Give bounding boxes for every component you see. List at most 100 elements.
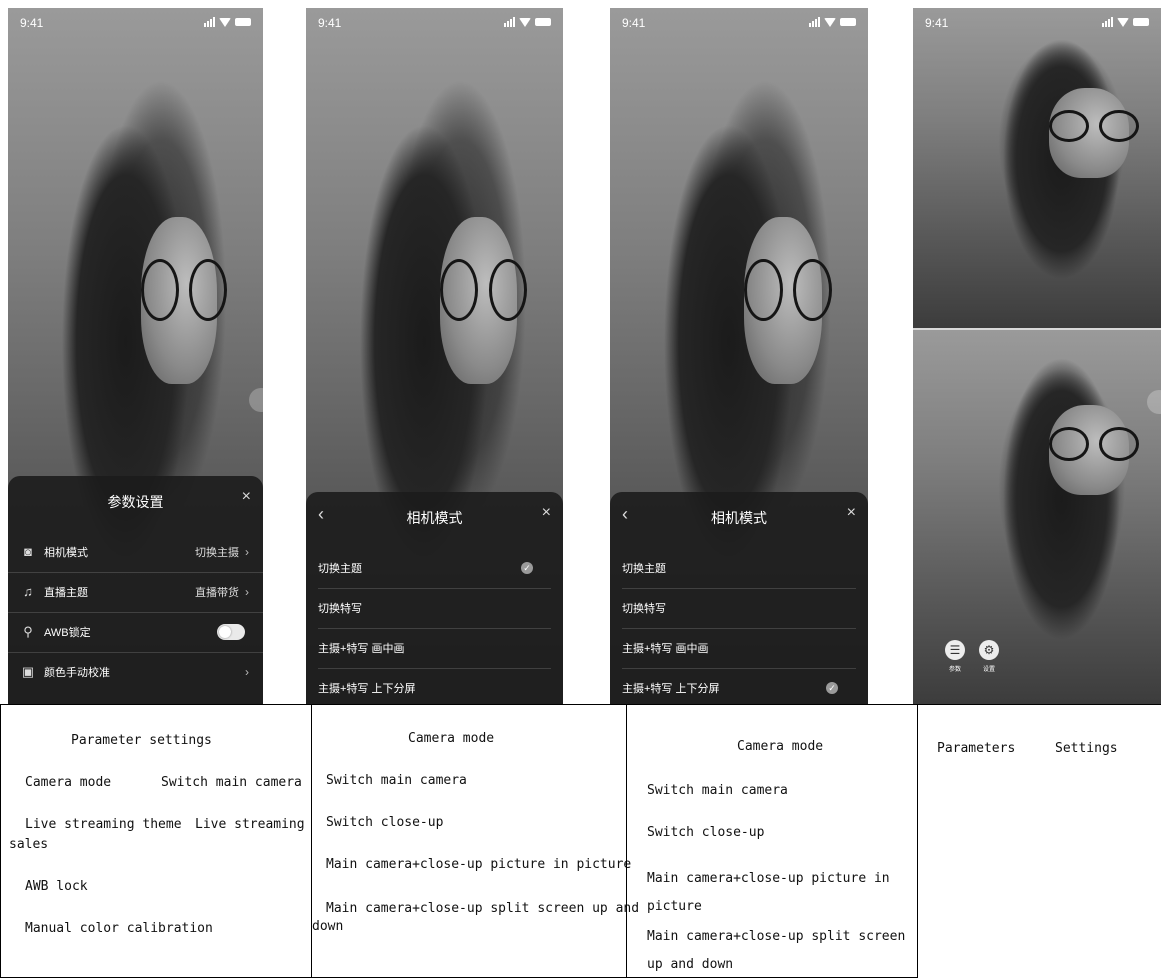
camera-icon: ◙ — [24, 544, 32, 559]
setting-label: 相机模式 — [44, 547, 88, 559]
preview-subject-glasses — [439, 258, 527, 322]
awb-icon: ⚲ — [23, 624, 33, 639]
mode-option-label: 切换主题 — [622, 563, 666, 575]
preview-subject-glasses — [140, 258, 228, 322]
sheet-title: 参数设置 — [107, 494, 164, 510]
translation-option-cont: down — [312, 919, 344, 934]
translation-option: Switch close-up — [647, 825, 765, 840]
camera-mode-sheet: ‹ 相机模式 × 切换主题 切换特写 主摄+特写 画中画 主摄+特写 上下分屏 … — [610, 492, 868, 704]
translation-panel-3: Camera mode Switch main camera Switch cl… — [626, 704, 918, 978]
status-time: 9:41 — [925, 16, 949, 30]
status-bar: 9:41 — [8, 14, 263, 34]
phone-screen-camera-mode-1: 9:41 ‹ 相机模式 × 切换主题 ✓ 切换特写 主摄+特写 画中画 主摄+特… — [306, 8, 563, 704]
translation-camera-mode: Camera mode — [25, 775, 112, 790]
wifi-icon — [519, 17, 531, 27]
settings-button-label: 设置 — [982, 667, 995, 673]
battery-icon — [1133, 18, 1149, 26]
setting-row-live-theme[interactable]: ♫ 直播主题 直播带货 › — [8, 572, 263, 613]
close-icon[interactable]: × — [542, 504, 551, 522]
translation-option: Main camera+close-up picture in — [647, 871, 890, 886]
translation-option-cont: up and down — [647, 957, 734, 972]
setting-value: 切换主摄 — [195, 547, 239, 559]
setting-row-camera-mode[interactable]: ◙ 相机模式 切换主摄 › — [8, 532, 263, 573]
mode-option-split-screen[interactable]: 主摄+特写 上下分屏 — [318, 668, 551, 704]
setting-row-awb-lock: ⚲ AWB锁定 — [8, 612, 263, 653]
parameter-settings-sheet: 参数设置 × ◙ 相机模式 切换主摄 › ♫ 直播主题 直播带货 › ⚲ AWB… — [8, 476, 263, 704]
chevron-right-icon: › — [245, 545, 249, 559]
phone-screen-split-preview: 9:41 ☰ 参数 ⚙ 设置 — [913, 8, 1161, 704]
status-bar: 9:41 — [913, 14, 1161, 34]
signal-icon — [809, 17, 820, 27]
status-time: 9:41 — [318, 16, 342, 30]
translation-panel-4: Parameters Settings — [917, 704, 1161, 978]
camera-mode-sheet: ‹ 相机模式 × 切换主题 ✓ 切换特写 主摄+特写 画中画 主摄+特写 上下分… — [306, 492, 563, 704]
signal-icon — [1102, 17, 1113, 27]
translation-panel-2: Camera mode Switch main camera Switch cl… — [311, 704, 639, 978]
sheet-title: 相机模式 — [711, 510, 767, 526]
chevron-right-icon: › — [245, 585, 249, 599]
mode-option-label: 主摄+特写 上下分屏 — [318, 683, 416, 695]
mode-option-switch-main[interactable]: 切换主题 — [622, 548, 856, 589]
mode-option-label: 主摄+特写 画中画 — [318, 643, 405, 655]
translation-settings: Settings — [1055, 741, 1118, 756]
status-time: 9:41 — [622, 16, 646, 30]
translation-live-theme: Live streaming theme — [25, 817, 182, 832]
mode-option-split-screen[interactable]: 主摄+特写 上下分屏 ✓ — [622, 668, 856, 704]
translation-panel-1: Parameter settings Camera mode Switch ma… — [0, 704, 312, 978]
awb-lock-toggle[interactable] — [217, 624, 245, 640]
translation-option: Switch main camera — [647, 783, 788, 798]
gear-icon[interactable]: ⚙ — [979, 640, 999, 660]
mode-option-pip[interactable]: 主摄+特写 画中画 — [318, 628, 551, 669]
status-time: 9:41 — [20, 16, 44, 30]
chevron-right-icon: › — [245, 665, 249, 679]
setting-label: 直播主题 — [44, 587, 88, 599]
setting-label: AWB锁定 — [44, 627, 91, 639]
setting-row-color-calibration[interactable]: ▣ 颜色手动校准 › — [8, 652, 263, 692]
translation-title: Camera mode — [737, 739, 824, 754]
color-palette-icon: ▣ — [21, 664, 35, 679]
close-icon[interactable]: × — [242, 488, 251, 506]
battery-icon — [535, 18, 551, 26]
phone-screen-parameter-settings: 9:41 参数设置 × ◙ 相机模式 切换主摄 › ♫ 直播主题 直播带货 › … — [8, 8, 263, 704]
check-icon: ✓ — [521, 562, 533, 574]
translation-option-cont: picture — [647, 899, 702, 914]
close-icon[interactable]: × — [847, 504, 856, 522]
translation-title: Camera mode — [408, 731, 495, 746]
phone-screen-camera-mode-2: 9:41 ‹ 相机模式 × 切换主题 切换特写 主摄+特写 画中画 主摄+特写 … — [610, 8, 868, 704]
signal-icon — [204, 17, 215, 27]
translation-switch-main: Switch main camera — [161, 775, 302, 790]
sliders-icon[interactable]: ☰ — [945, 640, 965, 660]
check-icon: ✓ — [826, 682, 838, 694]
mode-option-pip[interactable]: 主摄+特写 画中画 — [622, 628, 856, 669]
translation-option: Main camera+close-up split screen up and — [326, 901, 640, 916]
status-bar: 9:41 — [610, 14, 868, 34]
battery-icon — [235, 18, 251, 26]
signal-icon — [504, 17, 515, 27]
translation-live-sales-cont: sales — [9, 837, 49, 852]
bell-icon: ♫ — [23, 584, 33, 599]
translation-live-sales: Live streaming — [195, 817, 305, 832]
battery-icon — [840, 18, 856, 26]
translation-awb: AWB lock — [25, 879, 88, 894]
setting-value: 直播带货 — [195, 587, 239, 599]
wifi-icon — [1117, 17, 1129, 27]
mode-option-switch-main[interactable]: 切换主题 ✓ — [318, 548, 551, 589]
translation-option: Switch main camera — [326, 773, 467, 788]
mode-option-label: 切换主题 — [318, 563, 362, 575]
mode-option-label: 切换特写 — [318, 603, 362, 615]
status-bar: 9:41 — [306, 14, 563, 34]
sheet-title: 相机模式 — [406, 510, 463, 526]
translation-manual-color: Manual color calibration — [25, 921, 213, 936]
mode-option-label: 主摄+特写 画中画 — [622, 643, 709, 655]
mode-option-label: 主摄+特写 上下分屏 — [622, 683, 720, 695]
mode-option-label: 切换特写 — [622, 603, 666, 615]
translation-parameters: Parameters — [937, 741, 1016, 756]
wifi-icon — [824, 17, 836, 27]
wifi-icon — [219, 17, 231, 27]
mode-option-switch-closeup[interactable]: 切换特写 — [622, 588, 856, 629]
mode-option-switch-closeup[interactable]: 切换特写 — [318, 588, 551, 629]
translation-title: Parameter settings — [71, 733, 212, 748]
preview-top-main-camera — [913, 8, 1161, 328]
translation-option: Switch close-up — [326, 815, 444, 830]
params-button-label: 参数 — [948, 667, 961, 673]
